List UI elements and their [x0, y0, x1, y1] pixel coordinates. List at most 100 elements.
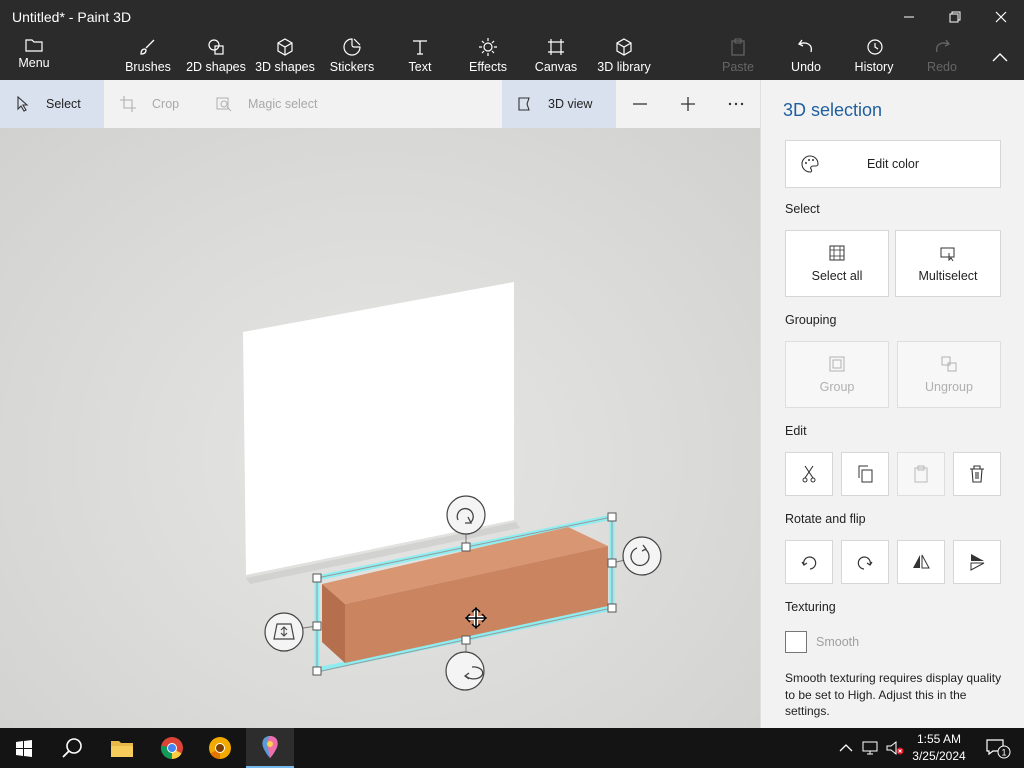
- multiselect-label: Multiselect: [918, 268, 978, 283]
- delete-button[interactable]: [953, 452, 1001, 496]
- start-button[interactable]: [0, 728, 48, 768]
- show-hidden-icons-button[interactable]: [834, 728, 858, 768]
- menu-button[interactable]: Menu: [14, 34, 54, 80]
- tool-options-bar: Select Crop Magic select 3D view: [0, 80, 760, 128]
- chrome-icon: [160, 737, 183, 759]
- window-title: Untitled* - Paint 3D: [12, 9, 132, 25]
- restore-button[interactable]: [932, 0, 978, 34]
- magic-select-label: Magic select: [248, 97, 318, 111]
- texturing-heading: Texturing: [785, 600, 836, 614]
- smooth-checkbox[interactable]: [785, 631, 807, 653]
- file-explorer-button[interactable]: [98, 728, 146, 768]
- ungroup-label: Ungroup: [925, 379, 973, 394]
- ungroup-button[interactable]: Ungroup: [897, 341, 1001, 408]
- side-panel: 3D selection Edit color Select Select al…: [760, 80, 1024, 728]
- history-label: History: [854, 60, 894, 74]
- resize-handle[interactable]: [312, 573, 322, 583]
- paint3d-taskbar-button[interactable]: [246, 728, 294, 768]
- copy-icon: [858, 465, 873, 483]
- close-button[interactable]: [978, 0, 1024, 34]
- group-label: Group: [819, 379, 855, 394]
- notification-count: 1: [1001, 748, 1006, 758]
- cube-icon: [277, 38, 293, 56]
- undo-button[interactable]: Undo: [786, 34, 826, 80]
- action-center-button[interactable]: 1: [980, 728, 1016, 768]
- canvas-icon: [548, 39, 564, 55]
- ribbon: Menu Brushes 2D shapes 3D shapes Sticker…: [0, 34, 1024, 80]
- shapes3d-tool[interactable]: 3D shapes: [254, 34, 316, 80]
- crop-button[interactable]: Crop: [118, 80, 179, 128]
- resize-handle[interactable]: [461, 635, 471, 645]
- resize-handle[interactable]: [312, 621, 322, 631]
- edit-color-button[interactable]: Edit color: [785, 140, 1001, 188]
- canvas-tool[interactable]: Canvas: [534, 34, 578, 80]
- search-button[interactable]: [48, 728, 96, 768]
- chrome-canary-button[interactable]: [196, 728, 244, 768]
- select-tool-button[interactable]: Select: [0, 80, 104, 128]
- sticker-icon: [343, 38, 361, 56]
- resize-handle[interactable]: [312, 666, 322, 676]
- resize-handle[interactable]: [607, 512, 617, 522]
- resize-handle[interactable]: [607, 558, 617, 568]
- library3d-tool[interactable]: 3D library: [596, 34, 652, 80]
- brushes-tool[interactable]: Brushes: [124, 34, 172, 80]
- chrome-button[interactable]: [148, 728, 196, 768]
- history-button[interactable]: History: [852, 34, 896, 80]
- grouping-heading: Grouping: [785, 313, 837, 327]
- magic-select-button[interactable]: Magic select: [216, 80, 317, 128]
- select-all-button[interactable]: Select all: [785, 230, 889, 297]
- stickers-tool[interactable]: Stickers: [328, 34, 376, 80]
- panel-title: 3D selection: [783, 100, 883, 120]
- library-3d-icon: [616, 38, 632, 56]
- rotate-left-button[interactable]: [785, 540, 833, 584]
- flip-horizontal-button[interactable]: [897, 540, 945, 584]
- group-button[interactable]: Group: [785, 341, 889, 408]
- rotate-x-handle[interactable]: [446, 495, 486, 535]
- paste-icon: [731, 38, 745, 56]
- multiselect-button[interactable]: Multiselect: [895, 230, 1001, 297]
- zoom-in-button[interactable]: [666, 80, 710, 128]
- resize-handle[interactable]: [607, 603, 617, 613]
- smooth-texturing-note: Smooth texturing requires display qualit…: [785, 671, 1002, 718]
- smooth-label: Smooth: [816, 635, 860, 649]
- resize-handle[interactable]: [461, 542, 471, 552]
- text-icon: [413, 40, 427, 55]
- rotate-y-handle[interactable]: [622, 536, 662, 576]
- paste-button[interactable]: Paste: [718, 34, 758, 80]
- network-button[interactable]: [858, 728, 884, 768]
- windows-logo-icon: [16, 740, 32, 757]
- rotate-right-button[interactable]: [841, 540, 889, 584]
- paste-label: Paste: [722, 60, 754, 74]
- minimize-button[interactable]: [886, 0, 932, 34]
- zoom-out-button[interactable]: [618, 80, 662, 128]
- select-heading: Select: [785, 202, 820, 216]
- z-position-handle[interactable]: [264, 612, 304, 652]
- cut-button[interactable]: [785, 452, 833, 496]
- view-3d-button[interactable]: 3D view: [502, 80, 616, 128]
- redo-button[interactable]: Redo: [922, 34, 962, 80]
- shapes2d-tool[interactable]: 2D shapes: [186, 34, 246, 80]
- title-bar: Untitled* - Paint 3D: [0, 0, 1024, 34]
- taskbar-clock[interactable]: 1:55 AM 3/25/2024: [902, 731, 976, 765]
- canvas-area[interactable]: [0, 128, 760, 728]
- brushes-label: Brushes: [125, 60, 171, 74]
- collapse-ribbon-button[interactable]: [984, 34, 1016, 80]
- text-label: Text: [408, 60, 432, 74]
- rotate-z-handle[interactable]: [445, 651, 485, 691]
- text-tool[interactable]: Text: [400, 34, 440, 80]
- chevron-up-icon: [992, 53, 1008, 62]
- paste-panel-button[interactable]: [897, 452, 945, 496]
- copy-button[interactable]: [841, 452, 889, 496]
- paste-icon: [914, 465, 928, 483]
- effects-tool[interactable]: Effects: [466, 34, 510, 80]
- scene-3d[interactable]: [0, 128, 760, 728]
- flip-vertical-button[interactable]: [953, 540, 1001, 584]
- palette-icon: [801, 155, 819, 173]
- cursor-icon: [17, 96, 29, 112]
- rotate-left-icon: [801, 556, 817, 570]
- flip-vertical-icon: [970, 554, 985, 571]
- redo-label: Redo: [927, 60, 957, 74]
- more-options-button[interactable]: [714, 80, 758, 128]
- shapes2d-label: 2D shapes: [186, 60, 246, 74]
- redo-icon: [935, 39, 950, 53]
